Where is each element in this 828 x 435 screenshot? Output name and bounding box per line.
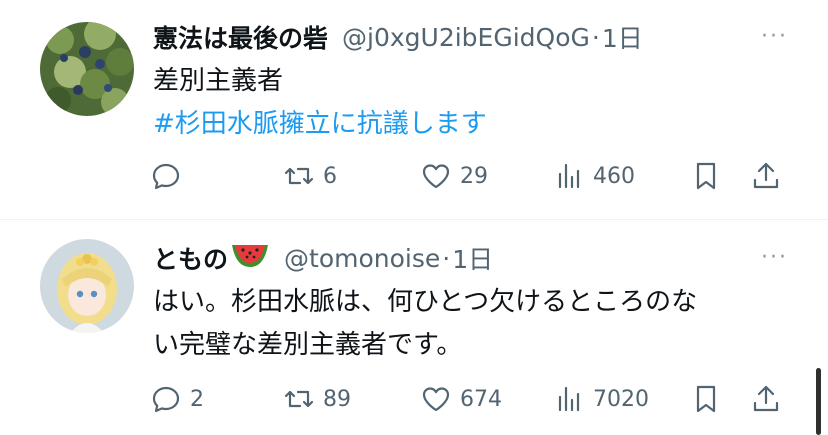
watermelon-emoji — [230, 241, 270, 275]
bookmark-button[interactable] — [690, 381, 722, 417]
more-options-icon[interactable]: ··· — [761, 245, 788, 270]
retweet-icon — [284, 167, 314, 185]
tweet-text-line: はい。杉田水脈は、何ひとつ欠けるところのな — [153, 287, 698, 317]
retweet-button[interactable]: 89 — [283, 381, 351, 417]
share-icon — [753, 385, 779, 412]
bookmark-icon — [696, 162, 716, 190]
action-bar: 2 89 674 7020 — [150, 381, 790, 417]
tweet-text: はい。杉田水脈は、何ひとつ欠けるところのな い完璧な差別主義者です。 — [153, 281, 793, 367]
like-button[interactable]: 29 — [420, 158, 488, 194]
more-options-icon[interactable]: ··· — [761, 24, 788, 49]
tweet[interactable]: ともの @tomonoise · 1日 ··· はい。杉田水脈は、何ひとつ欠ける… — [0, 221, 828, 435]
share-button[interactable] — [750, 381, 782, 417]
tweet-header: 憲法は最後の砦 @j0xgU2ibEGidQoG · 1日 — [153, 20, 643, 54]
user-handle[interactable]: @tomonoise — [284, 244, 440, 273]
bookmark-icon — [696, 385, 716, 413]
retweet-icon — [284, 390, 314, 408]
like-icon — [422, 387, 450, 412]
like-count: 29 — [460, 163, 488, 189]
view-count: 7020 — [593, 386, 649, 412]
tweet-header: ともの @tomonoise · 1日 — [153, 241, 493, 275]
views-icon — [558, 386, 580, 412]
timestamp[interactable]: 1日 — [602, 19, 643, 55]
tweet-text: 差別主義者 #杉田水脈擁立に抗議します — [153, 60, 793, 146]
retweet-count: 89 — [323, 386, 351, 412]
display-name[interactable]: ともの — [153, 240, 228, 276]
reply-count: 2 — [190, 386, 204, 412]
reply-icon — [152, 163, 180, 190]
separator-dot: · — [591, 22, 600, 52]
reply-icon — [152, 386, 180, 413]
tweet-text-line: い完璧な差別主義者です。 — [153, 330, 463, 360]
like-button[interactable]: 674 — [420, 381, 502, 417]
tweet-text-line: 差別主義者 — [153, 66, 284, 96]
timestamp[interactable]: 1日 — [452, 240, 493, 276]
avatar[interactable] — [40, 22, 134, 116]
separator-dot: · — [442, 243, 451, 273]
retweet-button[interactable]: 6 — [283, 158, 337, 194]
like-icon — [422, 164, 450, 189]
scrollbar[interactable] — [816, 368, 821, 435]
share-button[interactable] — [750, 158, 782, 194]
view-count: 460 — [593, 163, 635, 189]
avatar[interactable] — [40, 239, 134, 333]
share-icon — [753, 162, 779, 189]
retweet-count: 6 — [323, 163, 337, 189]
hashtag-link[interactable]: #杉田水脈擁立に抗議します — [153, 103, 793, 146]
views-icon — [558, 163, 580, 189]
bookmark-button[interactable] — [690, 158, 722, 194]
user-handle[interactable]: @j0xgU2ibEGidQoG — [342, 23, 590, 52]
views-button[interactable]: 7020 — [553, 381, 649, 417]
action-bar: 6 29 460 — [150, 158, 790, 194]
tweet[interactable]: 憲法は最後の砦 @j0xgU2ibEGidQoG · 1日 ··· 差別主義者 … — [0, 0, 828, 220]
views-button[interactable]: 460 — [553, 158, 635, 194]
display-name[interactable]: 憲法は最後の砦 — [153, 19, 328, 55]
like-count: 674 — [460, 386, 502, 412]
reply-button[interactable] — [150, 158, 190, 194]
reply-button[interactable]: 2 — [150, 381, 204, 417]
